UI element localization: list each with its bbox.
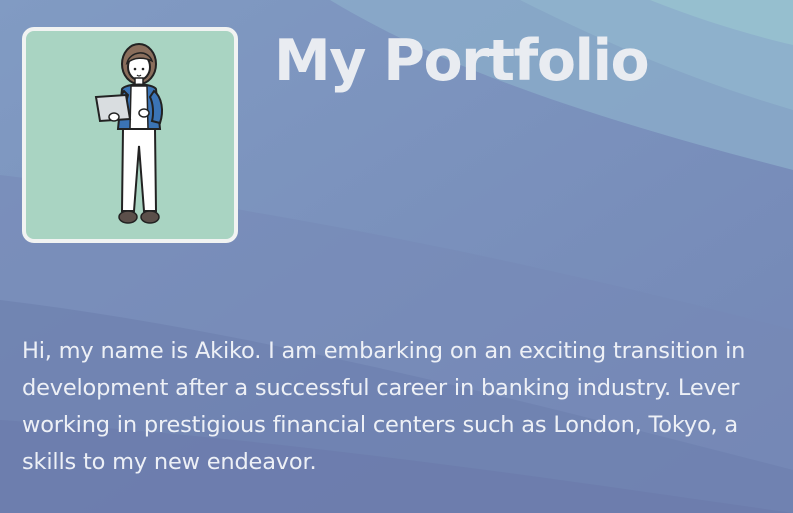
bio-paragraph: Hi, my name is Akiko. I am embarking on … — [22, 333, 793, 483]
person-with-laptop-icon — [94, 43, 163, 224]
profile-avatar — [22, 27, 238, 243]
bio-line: working in prestigious financial centers… — [22, 412, 739, 438]
page-title: My Portfolio — [274, 28, 650, 94]
bio-line: Hi, my name is Akiko. I am embarking on … — [22, 338, 746, 364]
bio-line: development after a successful career in… — [22, 375, 740, 401]
bio-line: skills to my new endeavor. — [22, 449, 317, 475]
